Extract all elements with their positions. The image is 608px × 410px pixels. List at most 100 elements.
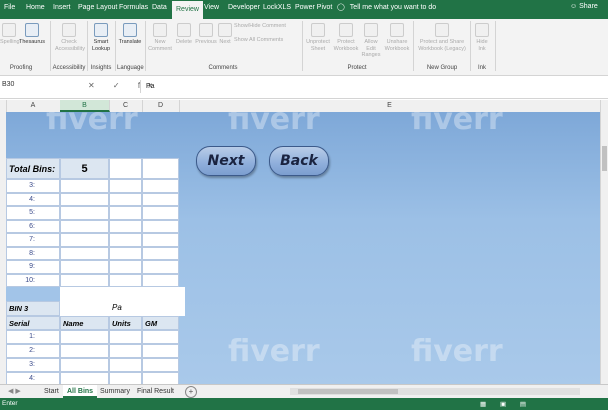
serial-cell[interactable]: 7: bbox=[6, 233, 60, 247]
table-cell[interactable] bbox=[142, 233, 179, 247]
unshare-workbook-button[interactable]: Unshare Workbook bbox=[384, 23, 410, 52]
sheet-tab-all-bins[interactable]: All Bins bbox=[63, 385, 98, 398]
table-cell[interactable] bbox=[60, 330, 109, 344]
serial-cell[interactable]: 3: bbox=[6, 358, 60, 372]
table-cell[interactable] bbox=[142, 372, 179, 384]
table-cell[interactable] bbox=[60, 344, 109, 358]
allow-edit-ranges-button[interactable]: Allow Edit Ranges bbox=[359, 23, 383, 59]
tab-developer[interactable]: Developer bbox=[228, 4, 260, 11]
formula-input[interactable]: Pa bbox=[140, 80, 606, 93]
column-header-c[interactable]: C bbox=[109, 100, 143, 112]
serial-cell[interactable]: 9: bbox=[6, 260, 60, 274]
show-hide-comment[interactable]: Show/Hide Comment bbox=[234, 23, 286, 29]
table-cell[interactable] bbox=[109, 330, 142, 344]
share-button[interactable]: ☺ Share bbox=[570, 3, 598, 10]
table-cell[interactable] bbox=[60, 233, 109, 247]
table-cell[interactable] bbox=[109, 206, 142, 220]
new-comment-button[interactable]: New Comment bbox=[147, 23, 173, 52]
table-cell[interactable] bbox=[142, 330, 179, 344]
protect-workbook-button[interactable]: Protect Workbook bbox=[332, 23, 360, 52]
vertical-scroll-thumb[interactable] bbox=[602, 146, 607, 171]
table-cell[interactable] bbox=[142, 358, 179, 372]
check-accessibility-button[interactable]: Check Accessibility bbox=[55, 23, 85, 52]
table-cell[interactable] bbox=[109, 192, 142, 206]
table-cell[interactable] bbox=[142, 179, 179, 193]
next-comment-button[interactable]: Next bbox=[218, 23, 232, 46]
table-cell[interactable] bbox=[60, 260, 109, 274]
unprotect-sheet-button[interactable]: Unprotect Sheet bbox=[304, 23, 332, 52]
horizontal-scrollbar[interactable] bbox=[290, 388, 580, 395]
table-cell[interactable] bbox=[109, 273, 142, 287]
total-bins-value[interactable]: 5 bbox=[60, 158, 109, 179]
column-header-a[interactable]: A bbox=[6, 100, 61, 112]
table-cell[interactable] bbox=[142, 206, 179, 220]
tab-home[interactable]: Home bbox=[26, 4, 45, 11]
column-header-d[interactable]: D bbox=[142, 100, 180, 112]
serial-cell[interactable]: 4: bbox=[6, 192, 60, 206]
table-cell[interactable] bbox=[109, 372, 142, 384]
smart-lookup-button[interactable]: Smart Lookup bbox=[89, 23, 113, 52]
table-cell[interactable] bbox=[142, 273, 179, 287]
horizontal-scroll-thumb[interactable] bbox=[298, 389, 398, 394]
hide-ink-button[interactable]: Hide Ink bbox=[472, 23, 492, 52]
serial-cell[interactable]: 1: bbox=[6, 330, 60, 344]
tab-formulas[interactable]: Formulas bbox=[119, 4, 148, 11]
next-button[interactable]: Next bbox=[196, 146, 256, 176]
table-cell[interactable] bbox=[142, 192, 179, 206]
edit-cell-text[interactable]: Pa bbox=[112, 303, 122, 312]
serial-cell[interactable]: 8: bbox=[6, 246, 60, 260]
table-cell[interactable] bbox=[142, 260, 179, 274]
serial-cell[interactable]: 10: bbox=[6, 273, 60, 287]
tab-power-pivot[interactable]: Power Pivot bbox=[295, 4, 332, 11]
table-cell[interactable] bbox=[109, 158, 142, 179]
table-cell[interactable] bbox=[60, 179, 109, 193]
table-cell[interactable] bbox=[109, 358, 142, 372]
sheet-tab-start[interactable]: Start bbox=[40, 385, 63, 398]
previous-comment-button[interactable]: Previous bbox=[194, 23, 218, 46]
table-cell[interactable] bbox=[60, 372, 109, 384]
table-cell[interactable] bbox=[142, 344, 179, 358]
protect-share-legacy-button[interactable]: Protect and Share Workbook (Legacy) bbox=[416, 23, 468, 52]
show-all-comments[interactable]: Show All Comments bbox=[234, 37, 283, 43]
name-box[interactable]: B30 bbox=[0, 81, 80, 93]
worksheet-area[interactable]: fiverr fiverr fiverr fiverr fiverr Next … bbox=[6, 112, 600, 384]
bin-edit-area[interactable]: Pa bbox=[60, 301, 185, 316]
table-cell[interactable] bbox=[109, 233, 142, 247]
back-button[interactable]: Back bbox=[269, 146, 329, 176]
spelling-button[interactable]: Spelling bbox=[0, 23, 20, 46]
translate-button[interactable]: Translate bbox=[117, 23, 143, 46]
tab-data[interactable]: Data bbox=[152, 4, 167, 11]
table-cell[interactable] bbox=[60, 358, 109, 372]
table-cell[interactable] bbox=[109, 344, 142, 358]
table-cell[interactable] bbox=[109, 179, 142, 193]
sheet-tab-summary[interactable]: Summary bbox=[96, 385, 134, 398]
table-cell[interactable] bbox=[60, 206, 109, 220]
serial-cell[interactable]: 4: bbox=[6, 372, 60, 384]
column-header-b[interactable]: B bbox=[60, 100, 110, 112]
tab-view[interactable]: View bbox=[204, 4, 219, 11]
serial-cell[interactable]: 2: bbox=[6, 344, 60, 358]
add-sheet-icon[interactable]: + bbox=[185, 386, 197, 398]
vertical-scrollbar[interactable] bbox=[600, 100, 608, 384]
table-cell[interactable] bbox=[109, 246, 142, 260]
view-icons[interactable]: ▦ ▣ ▤ bbox=[480, 400, 532, 408]
serial-cell[interactable]: 5: bbox=[6, 206, 60, 220]
tab-file[interactable]: File bbox=[4, 4, 15, 11]
table-cell[interactable] bbox=[142, 158, 179, 179]
table-cell[interactable] bbox=[60, 246, 109, 260]
tab-lockxls[interactable]: LockXLS bbox=[263, 4, 291, 11]
sheet-tab-final-result[interactable]: Final Result bbox=[133, 385, 178, 398]
table-cell[interactable] bbox=[142, 246, 179, 260]
table-cell[interactable] bbox=[109, 260, 142, 274]
table-cell[interactable] bbox=[142, 219, 179, 233]
serial-cell[interactable]: 6: bbox=[6, 219, 60, 233]
thesaurus-button[interactable]: Thesaurus bbox=[17, 23, 47, 46]
table-cell[interactable] bbox=[60, 273, 109, 287]
tab-review[interactable]: Review bbox=[172, 1, 203, 19]
sheet-nav-arrows[interactable]: ◀ ▶ bbox=[4, 385, 25, 398]
tell-me-search[interactable]: ◯ Tell me what you want to do bbox=[337, 3, 436, 11]
serial-cell[interactable]: 3: bbox=[6, 179, 60, 193]
tab-page-layout[interactable]: Page Layout bbox=[78, 4, 117, 11]
tab-insert[interactable]: Insert bbox=[53, 4, 71, 11]
delete-comment-button[interactable]: Delete bbox=[174, 23, 194, 46]
